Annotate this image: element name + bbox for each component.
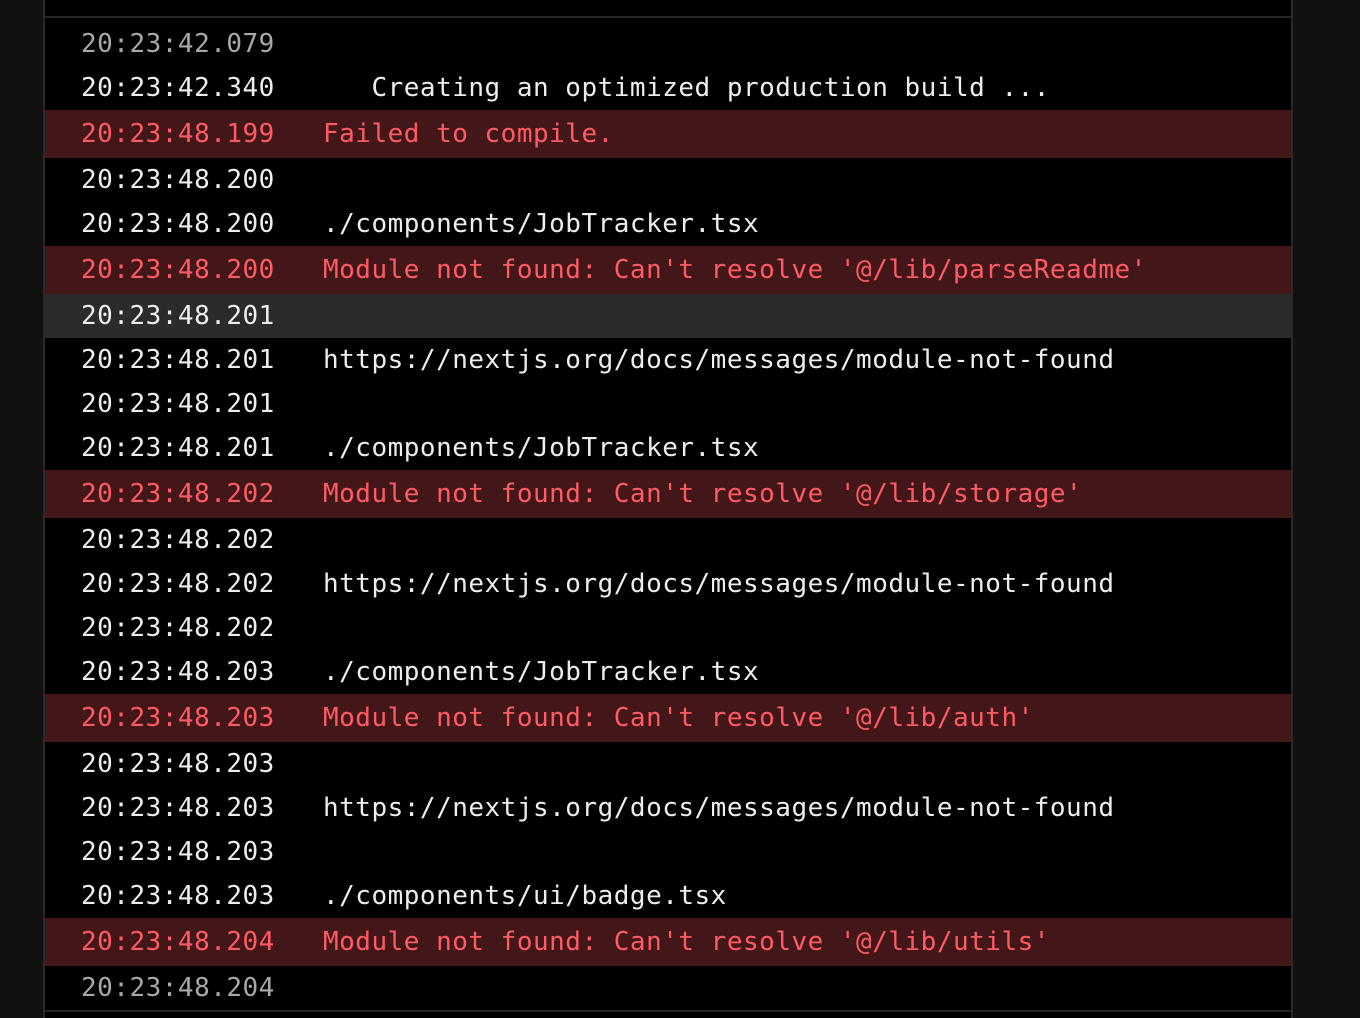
log-message: ./components/JobTracker.tsx <box>323 433 760 463</box>
log-timestamp: 20:23:48.203 <box>81 703 275 733</box>
log-row-error[interactable]: 20:23:48.204 Module not found: Can't reso… <box>45 918 1291 966</box>
log-timestamp: 20:23:48.203 <box>81 837 275 867</box>
log-row[interactable]: 20:23:48.203 <box>45 742 1291 786</box>
log-timestamp: 20:23:48.203 <box>81 657 275 687</box>
log-row[interactable]: 20:23:48.203 https://nextjs.org/docs/mess… <box>45 786 1291 830</box>
build-log-panel: 20:23:42.079 20:23:42.340 Creating an opt… <box>43 0 1293 1018</box>
log-row[interactable]: 20:23:48.203 ./components/ui/badge.tsx <box>45 874 1291 918</box>
log-timestamp: 20:23:48.200 <box>81 255 275 285</box>
log-message: Creating an optimized production build .… <box>323 73 1050 103</box>
log-message: ./components/JobTracker.tsx <box>323 657 760 687</box>
log-timestamp: 20:23:48.202 <box>81 525 275 555</box>
log-timestamp: 20:23:48.199 <box>81 119 275 149</box>
log-message: https://nextjs.org/docs/messages/module-… <box>323 345 1115 375</box>
log-timestamp: 20:23:48.203 <box>81 749 275 779</box>
log-row[interactable]: 20:23:48.202 https://nextjs.org/docs/mess… <box>45 562 1291 606</box>
log-message: ./components/JobTracker.tsx <box>323 209 760 239</box>
log-message: Module not found: Can't resolve '@/lib/s… <box>323 479 1083 509</box>
log-message: https://nextjs.org/docs/messages/module-… <box>323 793 1115 823</box>
log-row-error[interactable]: 20:23:48.200 Module not found: Can't reso… <box>45 246 1291 294</box>
log-timestamp: 20:23:48.202 <box>81 613 275 643</box>
log-message: Module not found: Can't resolve '@/lib/u… <box>323 927 1050 957</box>
log-timestamp: 20:23:48.202 <box>81 569 275 599</box>
log-message: Module not found: Can't resolve '@/lib/p… <box>323 255 1147 285</box>
log-row[interactable]: 20:23:48.202 <box>45 518 1291 562</box>
bottom-divider <box>45 1010 1291 1012</box>
log-list: 20:23:42.079 20:23:42.340 Creating an opt… <box>45 22 1291 1010</box>
log-message: https://nextjs.org/docs/messages/module-… <box>323 569 1115 599</box>
log-timestamp: 20:23:48.201 <box>81 433 275 463</box>
log-timestamp: 20:23:48.203 <box>81 793 275 823</box>
log-row[interactable]: 20:23:48.203 ./components/JobTracker.tsx <box>45 650 1291 694</box>
log-timestamp: 20:23:48.204 <box>81 973 275 1003</box>
log-timestamp: 20:23:48.201 <box>81 389 275 419</box>
log-timestamp: 20:23:48.200 <box>81 209 275 239</box>
log-timestamp: 20:23:42.340 <box>81 73 275 103</box>
log-row-error[interactable]: 20:23:48.203 Module not found: Can't reso… <box>45 694 1291 742</box>
log-row[interactable]: 20:23:48.203 <box>45 830 1291 874</box>
log-timestamp: 20:23:48.200 <box>81 165 275 195</box>
log-row[interactable]: 20:23:48.200 ./components/JobTracker.tsx <box>45 202 1291 246</box>
log-timestamp: 20:23:42.079 <box>81 29 275 59</box>
log-row[interactable]: 20:23:42.079 <box>45 22 1291 66</box>
log-row-error[interactable]: 20:23:48.199 Failed to compile. <box>45 110 1291 158</box>
log-timestamp: 20:23:48.201 <box>81 301 275 331</box>
log-row-error[interactable]: 20:23:48.202 Module not found: Can't reso… <box>45 470 1291 518</box>
log-timestamp: 20:23:48.201 <box>81 345 275 375</box>
log-message: Failed to compile. <box>323 119 614 149</box>
log-message: Module not found: Can't resolve '@/lib/a… <box>323 703 1034 733</box>
log-row[interactable]: 20:23:48.202 <box>45 606 1291 650</box>
log-row[interactable]: 20:23:48.201 <box>45 294 1291 338</box>
top-divider <box>45 16 1291 18</box>
log-row[interactable]: 20:23:48.201 https://nextjs.org/docs/mess… <box>45 338 1291 382</box>
log-row[interactable]: 20:23:48.201 <box>45 382 1291 426</box>
log-row[interactable]: 20:23:48.200 <box>45 158 1291 202</box>
log-row[interactable]: 20:23:48.204 <box>45 966 1291 1010</box>
log-row[interactable]: 20:23:42.340 Creating an optimized produ… <box>45 66 1291 110</box>
log-row[interactable]: 20:23:48.201 ./components/JobTracker.tsx <box>45 426 1291 470</box>
log-timestamp: 20:23:48.204 <box>81 927 275 957</box>
log-timestamp: 20:23:48.202 <box>81 479 275 509</box>
log-timestamp: 20:23:48.203 <box>81 881 275 911</box>
log-message: ./components/ui/badge.tsx <box>323 881 727 911</box>
